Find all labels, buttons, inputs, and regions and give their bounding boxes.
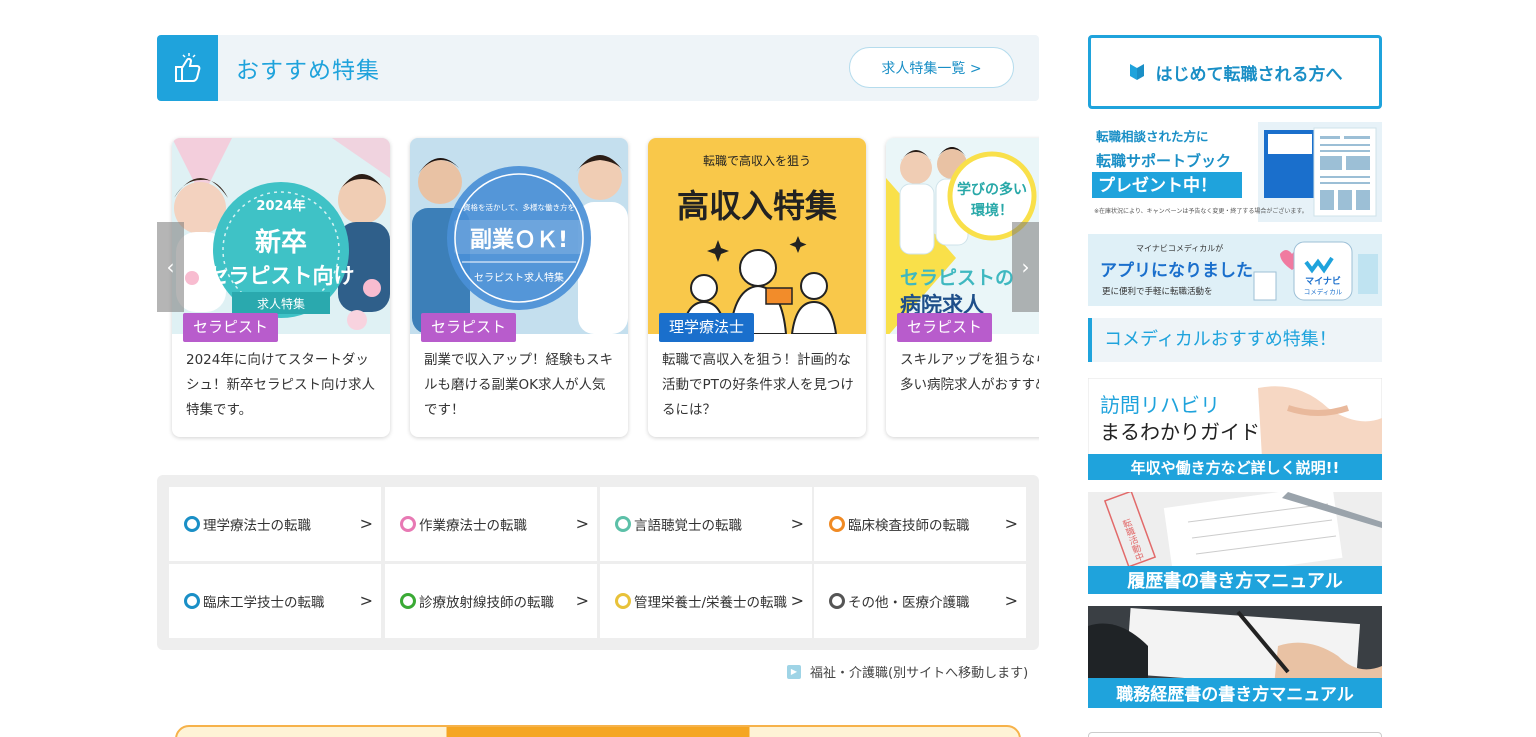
card3-image-lead: 転職で高収入を狙う — [703, 153, 811, 168]
card-category-tag: 理学療法士 — [659, 313, 755, 342]
app-logo1: マイナビ — [1305, 275, 1341, 287]
chevron-right-icon: > — [575, 514, 589, 533]
job-label: 臨床検査技師の転職 — [848, 518, 970, 534]
chevron-left-icon: ‹ — [166, 255, 175, 279]
app-line3: 更に便利で手軽に転職活動を — [1102, 286, 1213, 297]
card-category-tag: セラピスト — [897, 313, 993, 342]
feature-carousel: 2024年 新卒 セラピスト向け 求人特集 セラピスト 2024年に向けてスター… — [157, 130, 1039, 446]
card1-image-main: 新卒 — [255, 227, 307, 258]
card-description: 2024年に向けてスタートダッシュ！新卒セラピスト向け求人特集です。 — [186, 352, 375, 418]
book-line3: プレゼント中！ — [1098, 175, 1217, 196]
feature-card-side-job[interactable]: 資格を活かして、多様な働き方を 副業ＯＫ! セラピスト求人特集 セラピスト 副業… — [410, 138, 628, 437]
job-link-dietitian[interactable]: 管理栄養士/栄養士の転職 > — [600, 564, 812, 638]
chevron-right-icon: > — [575, 591, 589, 610]
high-income-banner-image: 転職で高収入を狙う 高収入特集 — [648, 138, 866, 334]
recommend-heading: コメディカルおすすめ特集！ — [1088, 318, 1382, 362]
visit-line1: 訪問リハビリ — [1100, 393, 1220, 417]
job-label: 診療放射線技師の転職 — [419, 595, 554, 611]
circle-icon — [829, 516, 845, 532]
card2-image-main: 副業ＯＫ! — [470, 228, 568, 253]
card2-image-lead: 資格を活かして、多様な働き方を — [463, 202, 575, 212]
chevron-right-icon: > — [1004, 514, 1018, 533]
resume-manual-banner[interactable]: 転職活動中 履歴書の書き方マニュアル — [1088, 492, 1382, 594]
job-link-st[interactable]: 言語聴覚士の転職 > — [600, 487, 812, 561]
new-grad-banner-image: 2024年 新卒 セラピスト向け 求人特集 — [172, 138, 390, 334]
chevron-right-icon: > — [1004, 591, 1018, 610]
thumbs-up-icon — [157, 35, 218, 101]
chevron-right-icon: > — [359, 514, 373, 533]
card4-image-line1: 学びの多い — [957, 181, 1027, 198]
app-line1: マイナビコメディカルが — [1136, 243, 1223, 253]
carousel-prev-button[interactable]: ‹ — [157, 222, 184, 312]
job-link-clinical-engineer[interactable]: 臨床工学技士の転職 > — [169, 564, 381, 638]
app-logo2: コメディカル — [1304, 287, 1343, 296]
circle-icon — [184, 516, 200, 532]
job-link-pt[interactable]: 理学療法士の転職 > — [169, 487, 381, 561]
job-label: 作業療法士の転職 — [419, 518, 527, 534]
first-time-guide-button[interactable]: はじめて転職される方へ — [1088, 35, 1382, 109]
job-label: その他・医療介護職 — [848, 595, 970, 611]
card-description: 転職で高収入を狙う！計画的な活動でPTの好条件求人を見つけるには？ — [662, 352, 854, 418]
carousel-next-button[interactable]: › — [1012, 222, 1039, 312]
feature-card-new-grad[interactable]: 2024年 新卒 セラピスト向け 求人特集 セラピスト 2024年に向けてスター… — [172, 138, 390, 437]
circle-icon — [400, 516, 416, 532]
first-time-guide-label: はじめて転職される方へ — [1155, 64, 1343, 85]
chevron-right-icon: > — [359, 591, 373, 610]
card-category-tag: セラピスト — [183, 313, 279, 342]
job-link-ot[interactable]: 作業療法士の転職 > — [385, 487, 597, 561]
job-link-other[interactable]: その他・医療介護職 > — [814, 564, 1026, 638]
featured-header: おすすめ特集 求人特集一覧 > — [157, 35, 1039, 101]
cv-bar: 職務経歴書の書き方マニュアル — [1116, 684, 1354, 705]
circle-icon — [184, 593, 200, 609]
support-book-banner[interactable]: 転職相談された方に 転職サポートブック プレゼント中！ ※在庫状況により、キャン… — [1088, 122, 1382, 222]
feature-card-high-income[interactable]: 転職で高収入を狙う 高収入特集 理学療法士 転職で高収入を狙う！計画的な活動でP… — [648, 138, 866, 437]
feature-list-button[interactable]: 求人特集一覧 > — [849, 47, 1014, 88]
card1-image-foot: 求人特集 — [257, 296, 305, 311]
side-job-banner-image: 資格を活かして、多様な働き方を 副業ＯＫ! セラピスト求人特集 — [410, 138, 628, 334]
card4-image-line2: 環境！ — [971, 202, 1013, 219]
chevron-right-icon: > — [790, 591, 804, 610]
card2-image-sub: セラピスト求人特集 — [474, 271, 564, 284]
card3-image-main: 高収入特集 — [677, 187, 837, 225]
visit-bar: 年収や働き方など詳しく説明!! — [1131, 459, 1340, 477]
card-description: スキルアップを狙うなら学びの多い病院求人がおすすめです！ — [900, 352, 1039, 393]
welfare-external-link[interactable]: ▶ 福祉・介護職(別サイトへ移動します) — [787, 662, 1028, 681]
sidebar-next-item-partial[interactable] — [1088, 732, 1382, 737]
section-title: おすすめ特集 — [236, 58, 380, 84]
job-category-grid: 理学療法士の転職 > 作業療法士の転職 > 言語聴覚士の転職 > 臨床検査技師の… — [157, 475, 1039, 650]
card1-image-year: 2024年 — [256, 198, 305, 214]
circle-icon — [615, 516, 631, 532]
beginner-mark-icon — [1129, 64, 1144, 80]
job-label: 理学療法士の転職 — [203, 518, 311, 534]
bottom-banner-partial[interactable] — [175, 725, 1021, 737]
book-line1: 転職相談された方に — [1096, 129, 1209, 144]
app-release-banner[interactable]: マイナビコメディカルが アプリになりました 更に便利で手軽に転職活動を マイナビ… — [1088, 234, 1382, 306]
chevron-right-icon: > — [790, 514, 804, 533]
chevron-right-icon: › — [1021, 255, 1030, 279]
external-link-label: 福祉・介護職(別サイトへ移動します) — [810, 666, 1029, 681]
circle-icon — [829, 593, 845, 609]
visit-line2: まるわかりガイド — [1100, 420, 1260, 444]
external-link-icon: ▶ — [787, 664, 801, 679]
card4-image-line3: セラピストの — [900, 267, 1014, 289]
card-category-tag: セラピスト — [421, 313, 517, 342]
circle-icon — [400, 593, 416, 609]
circle-icon — [615, 593, 631, 609]
job-label: 臨床工学技士の転職 — [203, 595, 325, 611]
book-note: ※在庫状況により、キャンペーンは予告なく変更・終了する場合がございます。 — [1094, 207, 1308, 215]
home-rehab-guide-banner[interactable]: 訪問リハビリ まるわかりガイド 年収や働き方など詳しく説明!! — [1088, 378, 1382, 480]
card-description: 副業で収入アップ！経験もスキルも磨ける副業OK求人が人気です！ — [424, 352, 613, 418]
book-line2: 転職サポートブック — [1096, 152, 1231, 170]
resume-bar: 履歴書の書き方マニュアル — [1127, 570, 1342, 592]
job-label: 言語聴覚士の転職 — [634, 518, 742, 534]
job-label: 管理栄養士/栄養士の転職 — [634, 595, 788, 611]
job-link-radiology[interactable]: 診療放射線技師の転職 > — [385, 564, 597, 638]
card1-image-sub: セラピスト向け — [208, 264, 355, 288]
app-line2: アプリになりました — [1100, 260, 1253, 281]
cv-manual-banner[interactable]: 職務経歴書の書き方マニュアル — [1088, 606, 1382, 708]
job-link-clinical-lab[interactable]: 臨床検査技師の転職 > — [814, 487, 1026, 561]
